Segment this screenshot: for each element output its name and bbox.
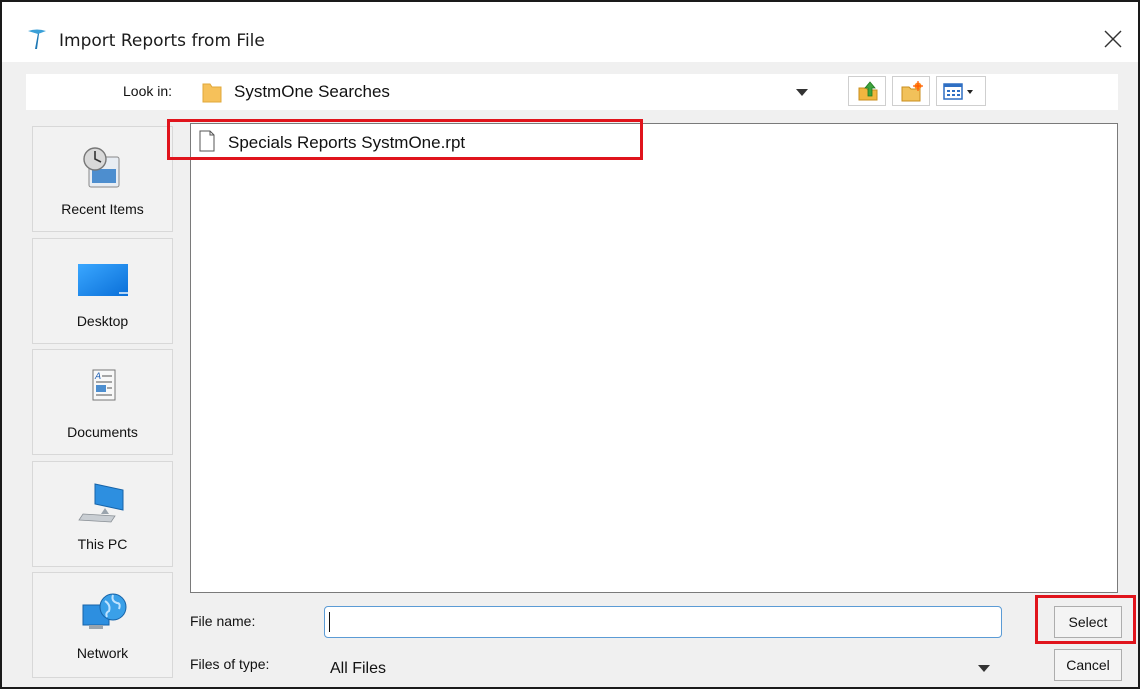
place-label: Recent Items — [61, 201, 144, 217]
place-this-pc[interactable]: This PC — [32, 461, 173, 567]
svg-text:A: A — [94, 372, 101, 382]
desktop-icon — [78, 264, 128, 296]
files-of-type-label: Files of type: — [190, 656, 270, 672]
create-new-folder-button[interactable] — [892, 76, 930, 106]
files-of-type-dropdown[interactable]: All Files — [324, 652, 1002, 684]
network-icon — [82, 593, 127, 629]
recent-items-icon — [83, 147, 120, 188]
place-recent-items[interactable]: Recent Items — [32, 126, 173, 232]
place-label: Network — [76, 645, 129, 661]
file-item[interactable]: Specials Reports SystmOne.rpt — [195, 126, 615, 158]
select-button[interactable]: Select — [1054, 606, 1122, 638]
documents-icon: A — [92, 369, 116, 401]
this-pc-icon — [78, 483, 124, 523]
file-list[interactable] — [190, 123, 1118, 593]
file-name-label: File name: — [190, 613, 256, 629]
place-label: Documents — [67, 424, 138, 440]
chevron-down-icon — [796, 89, 808, 96]
document-icon — [199, 130, 215, 152]
systmone-app-icon — [28, 29, 46, 49]
view-menu-icon — [943, 83, 973, 100]
place-label: Desktop — [76, 313, 129, 329]
cancel-button[interactable]: Cancel — [1054, 649, 1122, 681]
look-in-dropdown[interactable]: SystmOne Searches — [190, 74, 834, 110]
chevron-down-icon — [978, 665, 990, 672]
place-documents[interactable]: A Documents — [32, 349, 173, 455]
text-cursor — [329, 612, 330, 632]
file-name: Specials Reports SystmOne.rpt — [228, 133, 466, 152]
view-menu-button[interactable] — [936, 76, 986, 106]
up-one-level-button[interactable] — [848, 76, 886, 106]
files-of-type-value: All Files — [330, 660, 387, 677]
import-reports-dialog: Import Reports from File Look in: SystmO… — [0, 0, 1140, 689]
close-icon[interactable] — [1100, 26, 1126, 52]
new-folder-icon — [901, 81, 923, 102]
look-in-value: SystmOne Searches — [234, 82, 390, 101]
dialog-title: Import Reports from File — [59, 31, 265, 51]
up-folder-icon — [858, 81, 878, 101]
place-desktop[interactable]: Desktop — [32, 238, 173, 344]
look-in-label: Look in: — [123, 83, 173, 99]
place-label: This PC — [77, 536, 128, 552]
place-network[interactable]: Network — [32, 572, 173, 678]
file-name-input[interactable] — [324, 606, 1002, 638]
folder-icon — [202, 83, 222, 103]
